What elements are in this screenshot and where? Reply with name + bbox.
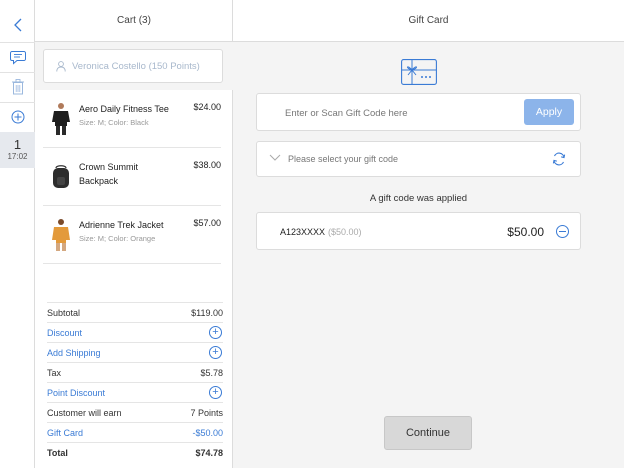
applied-code-balance: ($50.00): [328, 227, 362, 237]
gift-card-title: Gift Card: [233, 0, 624, 42]
gift-card-value: -$50.00: [192, 427, 223, 438]
total-label: Total: [47, 447, 68, 458]
refresh-icon[interactable]: [552, 152, 566, 166]
applied-code: A123XXXX ($50.00): [280, 213, 362, 251]
customer-area: Veronica Costello (150 Points): [35, 42, 233, 90]
cart-item[interactable]: Aero Daily Fitness Tee Size: M; Color: B…: [35, 90, 233, 148]
product-image-jacket: [49, 216, 73, 254]
order-number: 1: [13, 137, 22, 152]
left-rail: 1 17:02: [0, 0, 35, 468]
user-icon: [56, 60, 66, 72]
gift-code-input[interactable]: Enter or Scan Gift Code here Apply: [256, 93, 581, 131]
chevron-left-icon: [13, 18, 21, 32]
add-shipping-link[interactable]: Add Shipping: [47, 348, 101, 358]
item-name: Adrienne Trek Jacket: [79, 220, 164, 230]
earn-row: Customer will earn 7 Points: [47, 402, 223, 422]
item-divider: [43, 263, 221, 264]
tax-label: Tax: [47, 367, 62, 378]
item-name: Aero Daily Fitness Tee: [79, 104, 169, 114]
point-discount-row[interactable]: Point Discount +: [47, 382, 223, 402]
earn-value: 7 Points: [190, 407, 223, 418]
comment-icon: [9, 50, 26, 65]
comment-button[interactable]: [0, 42, 35, 72]
gift-code-select-placeholder: Please select your gift code: [288, 154, 399, 164]
product-image-tee: [49, 100, 73, 138]
item-price: $24.00: [193, 102, 221, 112]
trash-icon: [11, 79, 24, 95]
plus-circle-icon: [11, 110, 24, 124]
continue-button[interactable]: Continue: [384, 416, 472, 450]
item-name: Crown Summit Backpack: [79, 162, 139, 186]
cart-title: Cart (3): [35, 0, 233, 42]
customer-selector[interactable]: Veronica Costello (150 Points): [43, 49, 223, 83]
delete-button[interactable]: [0, 72, 35, 102]
customer-name: Veronica Costello (150 Points): [72, 60, 200, 72]
subtotal-row: Subtotal $119.00: [47, 302, 223, 322]
order-time: 17:02: [7, 152, 28, 161]
apply-button[interactable]: Apply: [524, 99, 574, 125]
chevron-down-icon: [269, 154, 281, 161]
gift-card-panel: Gift Card Enter or Scan Gift Code here A…: [233, 0, 624, 468]
gift-code-select[interactable]: Please select your gift code: [256, 141, 581, 177]
item-price: $57.00: [193, 218, 221, 228]
gift-code-placeholder: Enter or Scan Gift Code here: [285, 107, 408, 119]
cart-item[interactable]: Crown Summit Backpack $38.00: [35, 148, 233, 206]
discount-link[interactable]: Discount: [47, 328, 82, 338]
total-row: Total $74.78: [47, 442, 223, 462]
applied-amount: $50.00: [507, 225, 544, 239]
minus-circle-icon[interactable]: [556, 225, 569, 238]
point-discount-link[interactable]: Point Discount: [47, 388, 105, 398]
plus-circle-icon[interactable]: +: [209, 346, 222, 359]
shipping-row[interactable]: Add Shipping +: [47, 342, 223, 362]
discount-row[interactable]: Discount +: [47, 322, 223, 342]
subtotal-value: $119.00: [191, 307, 223, 318]
gift-card-icon: [401, 59, 437, 85]
total-value: $74.78: [195, 447, 223, 458]
gift-card-row[interactable]: Gift Card -$50.00: [47, 422, 223, 442]
cart-panel: Cart (3) Veronica Costello (150 Points) …: [35, 0, 233, 468]
subtotal-label: Subtotal: [47, 307, 81, 318]
plus-circle-icon[interactable]: +: [209, 386, 222, 399]
totals-section: Subtotal $119.00 Discount + Add Shipping…: [47, 302, 223, 462]
tax-row: Tax $5.78: [47, 362, 223, 382]
add-order-button[interactable]: [0, 102, 35, 132]
tax-value: $5.78: [200, 367, 223, 378]
cart-item[interactable]: Adrienne Trek Jacket Size: M; Color: Ora…: [35, 206, 233, 264]
item-options: Size: M; Color: Black: [79, 118, 149, 127]
applied-gift-code: A123XXXX ($50.00) $50.00: [256, 212, 581, 250]
order-tab-active[interactable]: 1 17:02: [0, 132, 35, 168]
applied-code-text: A123XXXX: [280, 227, 326, 237]
item-options: Size: M; Color: Orange: [79, 234, 156, 243]
gift-card-link[interactable]: Gift Card: [47, 428, 83, 438]
applied-message: A gift code was applied: [369, 193, 468, 204]
product-image-backpack: [49, 158, 73, 196]
item-price: $38.00: [193, 160, 221, 170]
plus-circle-icon[interactable]: +: [209, 326, 222, 339]
earn-label: Customer will earn: [47, 407, 122, 418]
back-button[interactable]: [0, 10, 35, 40]
